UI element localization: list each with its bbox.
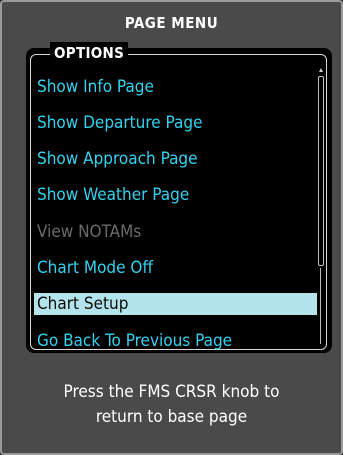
menu-item-view-notams: View NOTAMs	[37, 222, 142, 242]
menu-item-chart-setup[interactable]: Chart Setup	[34, 293, 317, 315]
menu-item-show-approach-page[interactable]: Show Approach Page	[34, 148, 317, 170]
menu-item-chart-mode-off[interactable]: Chart Mode Off	[34, 257, 317, 279]
menu-scrollbar[interactable]	[318, 68, 324, 344]
options-group-label: OPTIONS	[50, 42, 129, 64]
menu-item-show-info-page[interactable]: Show Info Page	[34, 76, 317, 98]
instruction-line-1: Press the FMS CRSR knob to	[63, 382, 280, 402]
page-title: PAGE MENU	[124, 14, 219, 32]
instruction-line-2: return to base page	[95, 407, 248, 427]
page-menu-window: PAGE MENU OPTIONS Show Info Page Show De…	[0, 0, 343, 455]
scroll-up-arrow-icon	[319, 68, 323, 72]
menu-item-show-departure-page[interactable]: Show Departure Page	[34, 112, 317, 134]
instruction-text: Press the FMS CRSR knob to return to bas…	[2, 380, 341, 430]
menu-item-show-weather-page[interactable]: Show Weather Page	[34, 184, 317, 206]
scrollbar-thumb[interactable]	[318, 76, 324, 266]
scrollbar-track	[320, 268, 321, 344]
menu-item-go-back-to-previous-page[interactable]: Go Back To Previous Page	[34, 330, 317, 352]
